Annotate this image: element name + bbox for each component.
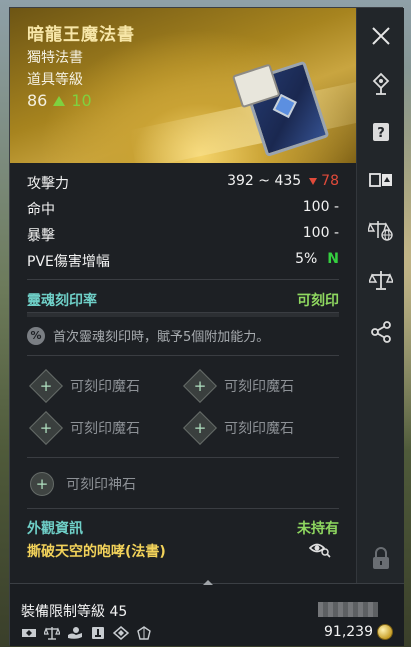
trade-icon [22,629,36,637]
crystal-icon [137,626,151,640]
item-property-icons [21,626,152,640]
stat-value: 5% [295,251,318,267]
help-scroll-icon[interactable]: ? [367,118,395,146]
item-level: 86 10 [27,91,92,110]
manastone-slot[interactable]: 可刻印魔石 [29,411,140,445]
manastone-plus-icon [29,369,63,403]
tooltip-sidebar: ? [356,8,404,583]
stat-row-pve-damage: PVE傷害增幅 5% N [27,251,339,271]
slot-label: 可刻印魔石 [70,421,140,437]
tooltip-footer: 裝備限制等級 45 91,239 [10,580,404,646]
hint-text: 首次靈魂刻印時，賦予5個附加能力。 [53,330,270,345]
slot-label: 可刻印神石 [66,477,136,493]
slot-label: 可刻印魔石 [224,421,294,437]
share-icon[interactable] [367,318,395,346]
svg-text:?: ? [377,126,385,141]
godstone-slot[interactable]: 可刻印神石 [30,472,136,496]
soul-imprint-hint: % 首次靈魂刻印時，賦予5個附加能力。 [27,326,269,345]
scale-icon [44,627,60,640]
appearance-label: 外觀資訊 [27,521,83,537]
divider [27,508,339,509]
item-level-up-value: 10 [71,91,92,110]
item-level-label: 道具等級 [27,72,83,88]
soul-imprint-status: 可刻印 [297,293,339,309]
coin-icon [377,624,393,640]
divider [27,355,339,356]
preview-eye-icon[interactable] [309,540,331,558]
manastone-slot[interactable]: 可刻印魔石 [183,411,294,445]
item-name: 暗龍王魔法書 [27,25,135,45]
stat-badge: N [327,251,339,267]
appearance-name: 撕破天空的咆哮(法書) [27,544,166,560]
close-icon[interactable] [367,22,395,50]
stat-label: 命中 [27,202,55,218]
hand-icon [68,627,82,639]
item-price: 91,239 [324,624,393,640]
item-tooltip-panel: 暗龍王魔法書 獨特法書 道具等級 86 10 攻擊力 392 ~ 435 78 [9,7,404,646]
godstone-plus-icon [30,472,54,496]
item-header: 暗龍王魔法書 獨特法書 道具等級 86 10 [10,8,356,163]
manastone-slot[interactable]: 可刻印魔石 [29,369,140,403]
manastone-plus-icon [183,369,217,403]
item-type: 獨特法書 [27,50,83,66]
stat-row-accuracy: 命中 100 - [27,199,339,219]
stat-label: PVE傷害增幅 [27,254,110,270]
level-up-arrow-icon [53,95,66,106]
manastone-slot[interactable]: 可刻印魔石 [183,369,294,403]
balance-scale-icon[interactable] [367,266,395,294]
divider [27,279,339,280]
stat-row-attack: 攻擊力 392 ~ 435 78 [27,173,339,193]
blurred-info [318,602,378,617]
stat-value: 100 - [302,199,339,215]
slot-label: 可刻印魔石 [70,379,140,395]
appearance-status: 未持有 [297,521,339,537]
soul-imprint-bar [27,312,339,317]
stat-label: 暴擊 [27,228,55,244]
price-value: 91,239 [324,624,373,640]
storage-icon [92,627,104,639]
stat-row-critical: 暴擊 100 - [27,225,339,245]
percent-icon: % [27,326,45,345]
expand-arrow-icon[interactable] [203,580,213,585]
slot-label: 可刻印魔石 [224,379,294,395]
decrease-arrow-icon [309,177,318,185]
manastone-plus-icon [29,411,63,445]
lock-icon[interactable] [367,545,395,573]
equip-required-level: 裝備限制等級 45 [21,604,128,620]
soul-imprint-label: 靈魂刻印率 [27,293,97,309]
diamond-icon [113,626,129,640]
stat-value: 100 - [302,225,339,241]
item-level-value: 86 [27,91,48,110]
tooltip-main: 暗龍王魔法書 獨特法書 道具等級 86 10 攻擊力 392 ~ 435 78 [10,8,356,580]
divider [27,457,339,458]
location-pin-icon[interactable] [367,70,395,98]
stat-delta: 78 [321,173,339,189]
compare-icon[interactable] [367,166,395,194]
stat-label: 攻擊力 [27,176,69,192]
manastone-plus-icon [183,411,217,445]
stat-value: 392 ~ 435 [227,173,302,189]
balance-globe-icon[interactable] [367,216,395,244]
